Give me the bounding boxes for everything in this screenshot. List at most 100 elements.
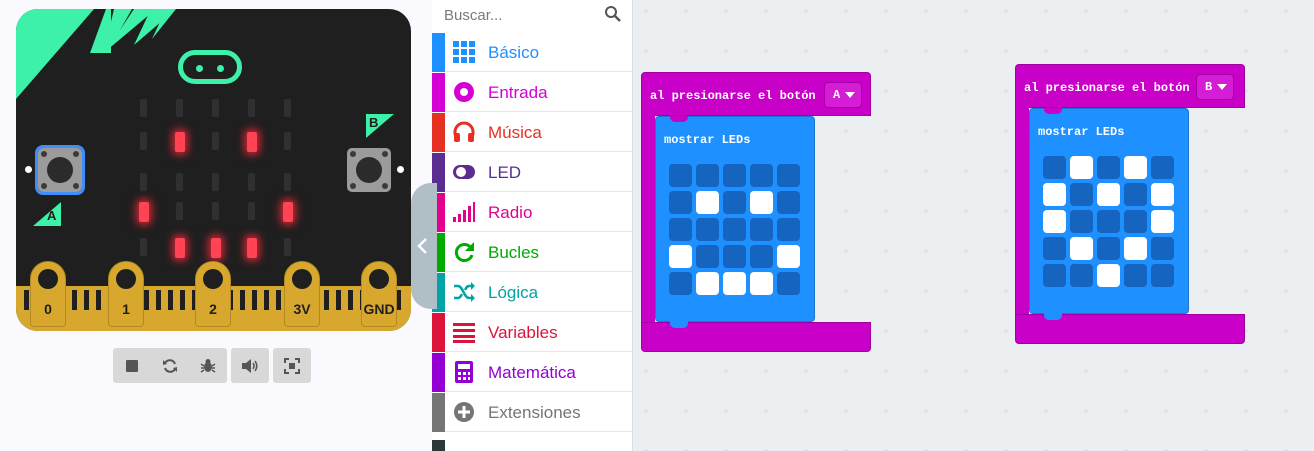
sim-led-4-4 — [284, 238, 291, 256]
led-cell-4-4[interactable] — [1151, 264, 1174, 287]
led-cell-1-1[interactable] — [696, 191, 719, 214]
led-editor-grid — [1043, 156, 1187, 287]
pin-label: 2 — [209, 301, 217, 317]
search-icon[interactable] — [604, 5, 622, 23]
led-cell-4-3[interactable] — [750, 272, 773, 295]
led-cell-0-4[interactable] — [777, 164, 800, 187]
toggle-icon — [453, 165, 475, 179]
led-cell-3-1[interactable] — [1070, 237, 1093, 260]
led-cell-2-0[interactable] — [669, 218, 692, 241]
led-cell-2-1[interactable] — [1070, 210, 1093, 233]
led-cell-4-4[interactable] — [777, 272, 800, 295]
edge-finger — [168, 290, 173, 310]
edge-finger — [72, 290, 77, 310]
sim-led-0-3 — [248, 99, 255, 117]
category-led[interactable]: LED — [432, 153, 632, 192]
button-b[interactable] — [347, 148, 391, 192]
debug-button[interactable] — [189, 348, 227, 383]
led-cell-3-2[interactable] — [723, 245, 746, 268]
show-leds-block[interactable]: mostrar LEDs — [1029, 108, 1189, 320]
on-button-b-block[interactable]: al presionarse el botón B mostrar LEDs — [1015, 64, 1245, 347]
pin-2[interactable] — [195, 261, 231, 327]
edge-finger — [348, 290, 353, 310]
led-cell-0-2[interactable] — [723, 164, 746, 187]
category-label: Extensiones — [488, 403, 581, 422]
led-cell-4-1[interactable] — [696, 272, 719, 295]
led-cell-0-1[interactable] — [696, 164, 719, 187]
led-cell-3-0[interactable] — [669, 245, 692, 268]
dropdown-arrow-icon — [845, 92, 855, 98]
led-cell-0-1[interactable] — [1070, 156, 1093, 179]
category-entrada[interactable]: Entrada — [432, 73, 632, 112]
blocks-workspace[interactable]: al presionarse el botón A mostrar LEDs a… — [633, 0, 1314, 451]
led-cell-3-3[interactable] — [1124, 237, 1147, 260]
led-cell-0-3[interactable] — [1124, 156, 1147, 179]
headphones-icon — [453, 121, 475, 142]
led-cell-4-0[interactable] — [669, 272, 692, 295]
show-leds-block[interactable]: mostrar LEDs — [655, 116, 815, 328]
led-cell-2-1[interactable] — [696, 218, 719, 241]
led-cell-1-0[interactable] — [669, 191, 692, 214]
button-dropdown[interactable]: A — [824, 82, 862, 108]
led-cell-3-4[interactable] — [777, 245, 800, 268]
category-radio[interactable]: Radio — [432, 193, 632, 232]
led-cell-2-3[interactable] — [750, 218, 773, 241]
collapse-simulator-handle[interactable] — [411, 183, 437, 309]
led-cell-0-2[interactable] — [1097, 156, 1120, 179]
category-matematica[interactable]: Matemática — [432, 353, 632, 392]
search-input[interactable] — [442, 2, 596, 28]
on-button-a-block[interactable]: al presionarse el botón A mostrar LEDs — [641, 72, 871, 355]
led-cell-2-4[interactable] — [1151, 210, 1174, 233]
led-cell-1-2[interactable] — [1097, 183, 1120, 206]
edge-finger — [84, 290, 89, 310]
sim-led-3-4 — [283, 202, 293, 222]
led-cell-0-3[interactable] — [750, 164, 773, 187]
category-extensiones[interactable]: Extensiones — [432, 393, 632, 432]
sim-led-3-2 — [212, 202, 219, 220]
led-cell-3-0[interactable] — [1043, 237, 1066, 260]
led-cell-4-3[interactable] — [1124, 264, 1147, 287]
led-cell-2-3[interactable] — [1124, 210, 1147, 233]
fullscreen-button[interactable] — [273, 348, 311, 383]
led-cell-1-3[interactable] — [750, 191, 773, 214]
sim-led-2-4 — [284, 173, 291, 191]
pin-3v[interactable] — [284, 261, 320, 327]
microbit-logo[interactable] — [178, 50, 242, 84]
led-cell-3-3[interactable] — [750, 245, 773, 268]
led-cell-4-2[interactable] — [723, 272, 746, 295]
led-cell-3-1[interactable] — [696, 245, 719, 268]
led-cell-1-4[interactable] — [1151, 183, 1174, 206]
stop-button[interactable] — [113, 348, 151, 383]
led-cell-2-0[interactable] — [1043, 210, 1066, 233]
category-basico[interactable]: Básico — [432, 33, 632, 72]
category-variables[interactable]: Variables — [432, 313, 632, 352]
category-musica[interactable]: Música — [432, 113, 632, 152]
led-cell-4-1[interactable] — [1070, 264, 1093, 287]
led-cell-3-2[interactable] — [1097, 237, 1120, 260]
button-dropdown[interactable]: B — [1196, 74, 1234, 100]
led-cell-1-2[interactable] — [723, 191, 746, 214]
restart-button[interactable] — [151, 348, 189, 383]
led-cell-2-4[interactable] — [777, 218, 800, 241]
pin-label: GND — [363, 301, 395, 317]
led-cell-1-4[interactable] — [777, 191, 800, 214]
led-cell-4-0[interactable] — [1043, 264, 1066, 287]
led-cell-0-0[interactable] — [1043, 156, 1066, 179]
led-cell-2-2[interactable] — [723, 218, 746, 241]
list-icon — [453, 323, 475, 343]
led-cell-0-4[interactable] — [1151, 156, 1174, 179]
pin-0[interactable] — [30, 261, 66, 327]
led-cell-0-0[interactable] — [669, 164, 692, 187]
led-cell-1-0[interactable] — [1043, 183, 1066, 206]
led-cell-3-4[interactable] — [1151, 237, 1174, 260]
pin-1[interactable] — [108, 261, 144, 327]
category-logica[interactable]: Lógica — [432, 273, 632, 312]
led-cell-1-1[interactable] — [1070, 183, 1093, 206]
led-cell-2-2[interactable] — [1097, 210, 1120, 233]
button-a[interactable] — [35, 145, 85, 195]
led-cell-1-3[interactable] — [1124, 183, 1147, 206]
pin-gnd[interactable] — [361, 261, 397, 327]
category-bucles[interactable]: Bucles — [432, 233, 632, 272]
led-cell-4-2[interactable] — [1097, 264, 1120, 287]
mute-button[interactable] — [231, 348, 269, 383]
